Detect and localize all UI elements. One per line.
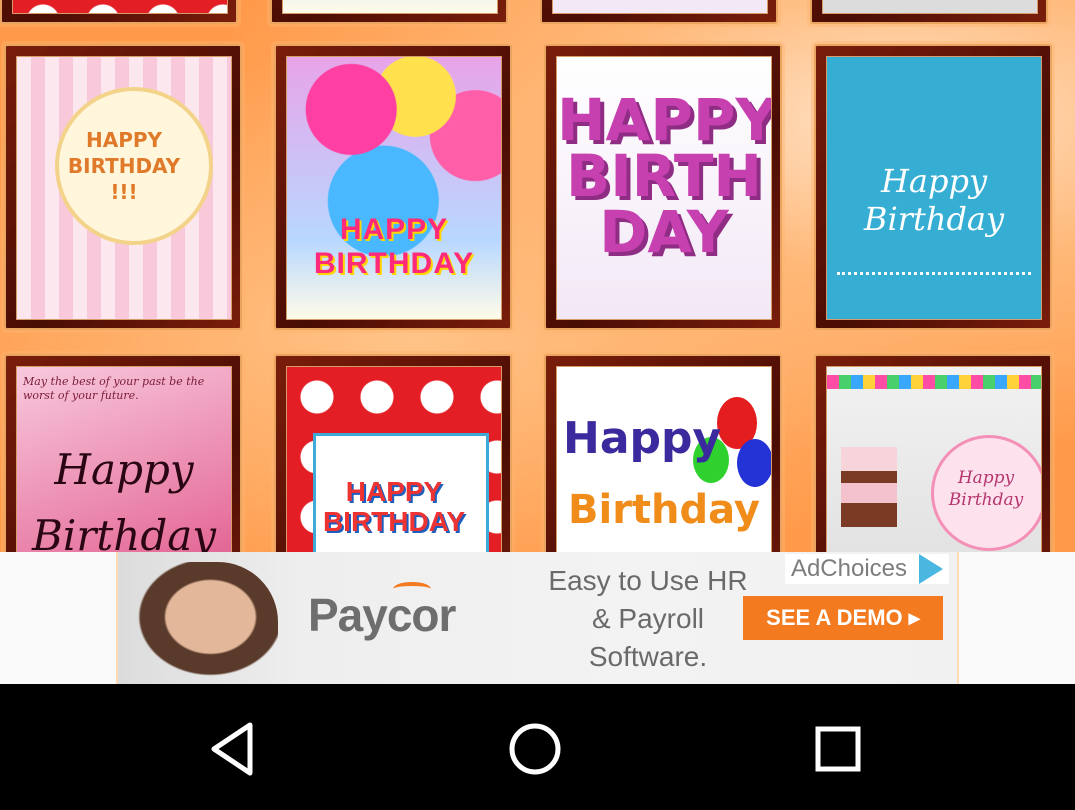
card-divider bbox=[837, 272, 1031, 275]
ad-cta-button[interactable]: SEE A DEMO ▸ bbox=[743, 596, 943, 640]
card-thumb-6[interactable]: HAPPY BIRTHDAY bbox=[274, 354, 512, 552]
bunting-icon bbox=[827, 375, 1041, 389]
card-text: Birthday bbox=[948, 490, 1024, 510]
card-thumb-top-1[interactable] bbox=[0, 0, 238, 24]
card-thumb-3[interactable]: HAPPY BIRTH DAY bbox=[544, 44, 782, 330]
card-text: Birthday bbox=[32, 511, 216, 552]
card-text: !!! bbox=[110, 180, 138, 204]
adchoices-button[interactable]: AdChoices bbox=[784, 554, 949, 584]
recents-icon bbox=[815, 726, 861, 772]
ad-tagline: Easy to Use HR & Payroll Software. bbox=[548, 565, 748, 672]
card-text: Happy bbox=[54, 445, 194, 494]
card-thumb-top-4[interactable] bbox=[810, 0, 1048, 24]
ad-banner[interactable]: Paycor Easy to Use HR & Payroll Software… bbox=[116, 552, 959, 684]
card-text: HAPPY bbox=[85, 128, 162, 152]
card-text: Happy bbox=[957, 468, 1015, 488]
card-text: Birthday bbox=[568, 487, 760, 533]
card-text: HAPPY BIRTHDAY bbox=[313, 213, 475, 280]
balloon-icon bbox=[737, 439, 771, 487]
card-text: HAPPY bbox=[345, 476, 443, 507]
card-text: BIRTHDAY bbox=[322, 506, 466, 537]
card-text: BIRTHDAY bbox=[67, 154, 181, 178]
card-thumb-8[interactable]: Happy Birthday bbox=[814, 354, 1052, 552]
card-text: Happy Birthday bbox=[863, 162, 1005, 238]
card-text: HAPPY bbox=[557, 86, 772, 154]
card-thumb-top-2[interactable] bbox=[270, 0, 508, 24]
ad-photo bbox=[128, 562, 278, 684]
card-gallery: HAPPY BIRTHDAY !!! HAPPY BIRTHDAY HAPPY … bbox=[0, 0, 1075, 552]
ad-brand: Paycor bbox=[308, 589, 456, 641]
card-thumb-4[interactable]: Happy Birthday bbox=[814, 44, 1052, 330]
home-icon bbox=[509, 723, 561, 775]
adchoices-icon bbox=[919, 554, 943, 584]
card-thumb-top-3[interactable] bbox=[540, 0, 778, 24]
card-text: DAY bbox=[599, 198, 729, 266]
card-text: Happy bbox=[563, 413, 722, 464]
cake-icon bbox=[841, 447, 897, 527]
card-quote: May the best of your past be the worst o… bbox=[23, 375, 205, 402]
system-navigation-bar bbox=[0, 684, 1075, 810]
card-text: BIRTH bbox=[566, 142, 762, 210]
recents-button[interactable] bbox=[806, 717, 870, 781]
home-button[interactable] bbox=[503, 717, 567, 781]
adchoices-label: AdChoices bbox=[790, 555, 907, 582]
card-thumb-1[interactable]: HAPPY BIRTHDAY !!! bbox=[4, 44, 242, 330]
back-icon bbox=[211, 722, 253, 776]
card-thumb-5[interactable]: May the best of your past be the worst o… bbox=[4, 354, 242, 552]
back-button[interactable] bbox=[202, 717, 266, 781]
card-thumb-7[interactable]: Happy Birthday bbox=[544, 354, 782, 552]
card-thumb-2[interactable]: HAPPY BIRTHDAY bbox=[274, 44, 512, 330]
